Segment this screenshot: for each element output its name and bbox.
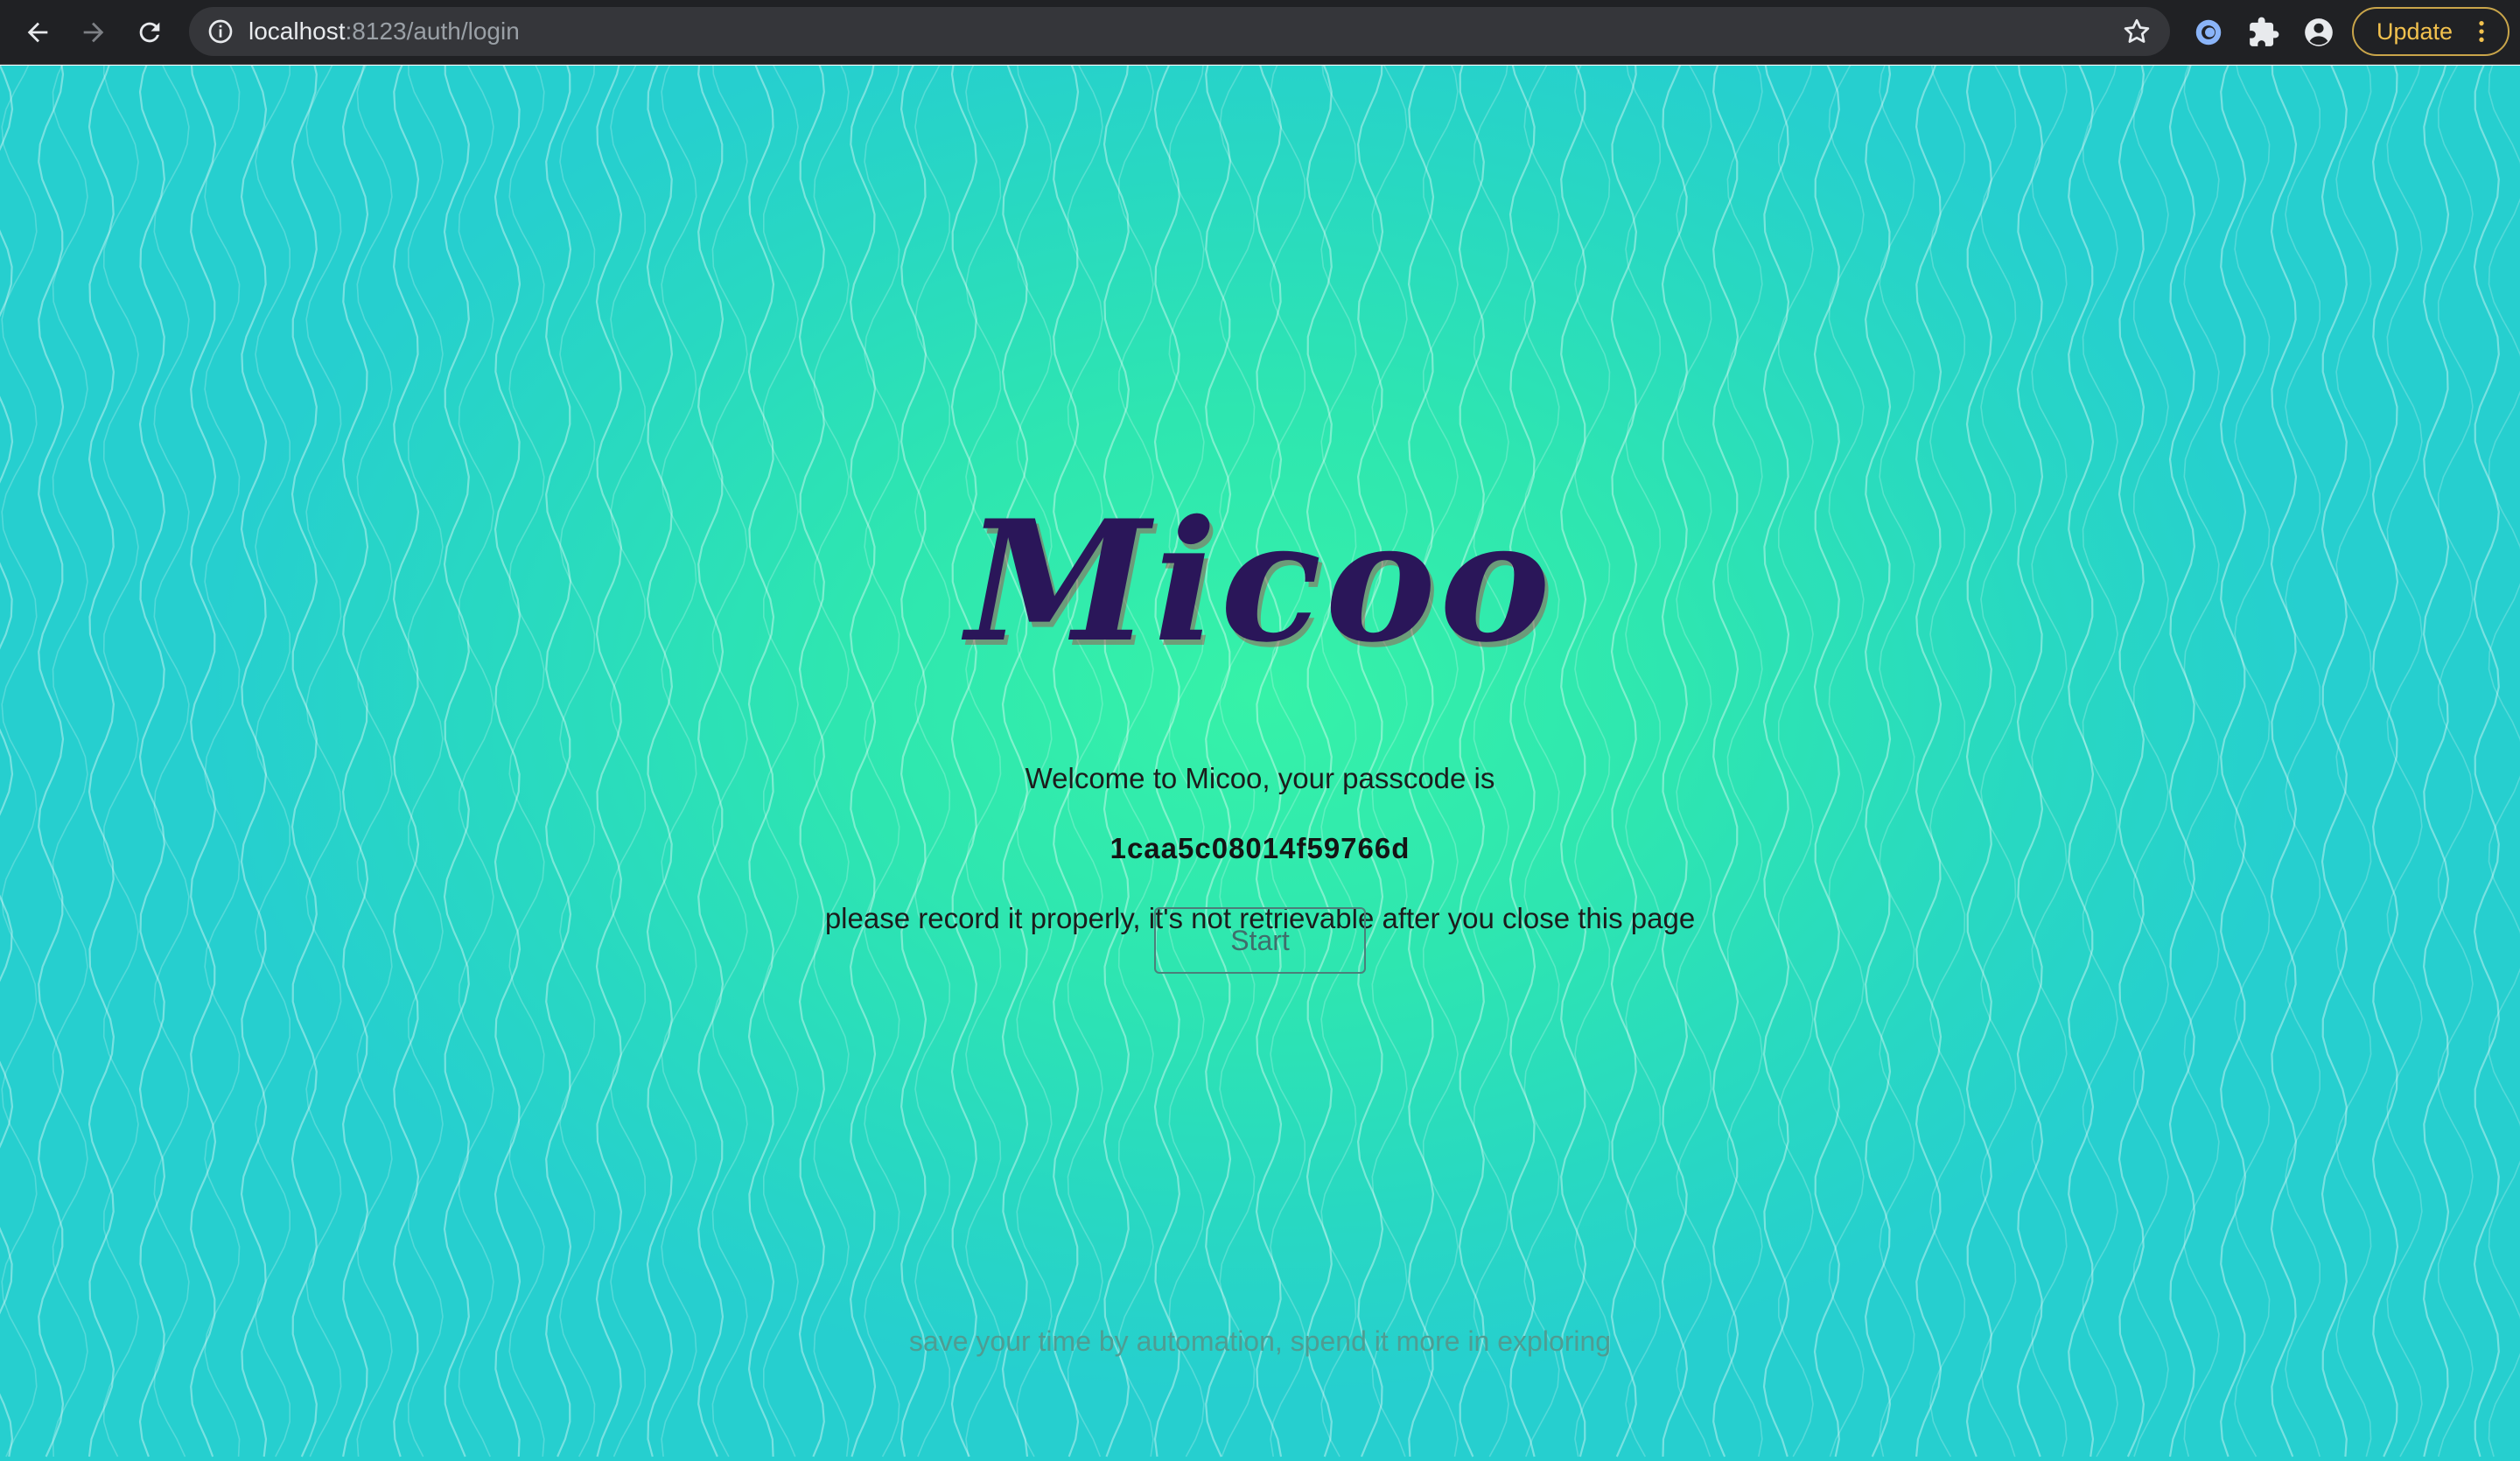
update-label: Update (2376, 17, 2454, 45)
url-path: :8123/auth/login (345, 17, 520, 45)
browser-toolbar: localhost:8123/auth/login Update (0, 0, 2520, 65)
url-text[interactable]: localhost:8123/auth/login (248, 7, 520, 56)
puzzle-icon (2250, 17, 2279, 46)
welcome-text: Welcome to Micoo, your passcode is (1025, 762, 1495, 794)
info-icon[interactable] (206, 17, 234, 45)
login-panel: Micoo Welcome to Micoo, your passcode is… (0, 66, 2520, 1461)
reload-icon (139, 22, 160, 43)
url-host: localhost (248, 17, 346, 45)
arrow-left-icon (27, 22, 48, 43)
update-button[interactable]: Update (2352, 7, 2510, 56)
start-button[interactable]: Start (1154, 907, 1366, 974)
extension-button[interactable] (2190, 14, 2227, 51)
address-bar[interactable]: localhost:8123/auth/login (189, 7, 2170, 56)
star-icon[interactable] (2121, 16, 2152, 47)
profile-button[interactable] (2300, 14, 2337, 51)
extension-circle-icon (2195, 19, 2222, 45)
extensions-button[interactable] (2245, 14, 2282, 51)
footer-tagline: save your time by automation, spend it m… (908, 1325, 1612, 1357)
forward-button[interactable] (74, 12, 114, 52)
passcode-value: 1caa5c08014f59766d (1110, 832, 1410, 864)
app-logo: Micoo (966, 484, 1554, 679)
reload-button[interactable] (130, 12, 170, 52)
account-circle-icon (2305, 18, 2333, 46)
more-vert-icon (2479, 21, 2484, 42)
page-viewport: Micoo Welcome to Micoo, your passcode is… (0, 66, 2520, 1461)
arrow-right-icon (83, 22, 104, 43)
back-button[interactable] (18, 12, 58, 52)
